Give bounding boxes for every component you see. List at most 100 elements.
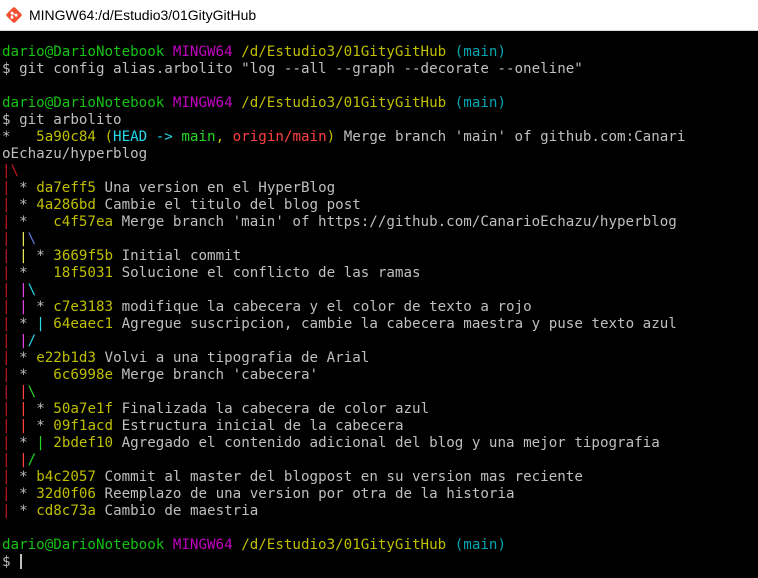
- terminal-line: | * | 64eaec1 Agregue suscripcion, cambi…: [2, 316, 685, 333]
- terminal-line: | * cd8c73a Cambio de maestria: [2, 503, 685, 520]
- terminal-text-segment: Estructura inicial de la cabecera: [113, 418, 404, 434]
- terminal-text-segment: |: [19, 401, 37, 417]
- terminal-text-segment: 50a7e1f: [53, 401, 114, 417]
- terminal-text-segment: |: [19, 231, 28, 247]
- terminal-text-segment: |: [19, 299, 37, 315]
- terminal-line: |\: [2, 163, 685, 180]
- terminal-text-segment: 4a286bd: [36, 197, 96, 213]
- terminal-text-segment: Commit al master del blogpost en su vers…: [95, 469, 583, 485]
- window-title: MINGW64:/d/Estudio3/01GityGitHub: [29, 7, 257, 23]
- terminal-text-segment: Finalizada la cabecera de color azul: [113, 401, 430, 417]
- terminal-text-segment: |: [36, 316, 54, 332]
- terminal-text-segment: *: [19, 435, 37, 451]
- title-bar[interactable]: MINGW64:/d/Estudio3/01GityGitHub: [0, 0, 758, 31]
- terminal-text-segment: |: [2, 452, 20, 468]
- terminal-text-segment: (main): [454, 44, 506, 60]
- terminal-text-segment: /d/Estudio3/01GityGitHub: [241, 95, 447, 111]
- terminal-text-segment: da7eff5: [36, 180, 96, 196]
- terminal-output[interactable]: dario@DarioNotebook MINGW64 /d/Estudio3/…: [0, 31, 758, 578]
- terminal-text-segment: ): [326, 129, 336, 145]
- terminal-text-segment: |: [19, 333, 28, 349]
- terminal-line: | |\: [2, 231, 685, 248]
- terminal-line: | * 18f5031 Solucione el conflicto de la…: [2, 265, 685, 282]
- terminal-text-segment: e22b1d3: [36, 350, 96, 366]
- terminal-text-segment: |: [19, 384, 28, 400]
- terminal-line: $ git config alias.arbolito "log --all -…: [2, 61, 685, 78]
- terminal-text-segment: MINGW64: [172, 537, 233, 553]
- terminal-text-segment: |: [2, 316, 20, 332]
- terminal-text-segment: |: [2, 435, 20, 451]
- terminal-text-segment: \: [27, 384, 37, 400]
- terminal-text-segment: |: [2, 231, 20, 247]
- terminal-text-segment: dario@DarioNotebook: [2, 44, 165, 60]
- terminal-text-segment: |: [2, 299, 20, 315]
- terminal-text-segment: dario@DarioNotebook: [2, 95, 165, 111]
- terminal-text-segment: |: [2, 180, 20, 196]
- terminal-text-segment: *: [19, 469, 37, 485]
- terminal-line: $ git arbolito: [2, 112, 685, 129]
- terminal-text-segment: $: [2, 554, 20, 570]
- terminal-text-segment: main: [181, 129, 216, 145]
- terminal-text-segment: *: [19, 486, 37, 502]
- terminal-line: | * c4f57ea Merge branch 'main' of https…: [2, 214, 685, 231]
- terminal-text-segment: |: [2, 503, 20, 519]
- terminal-text-segment: Solucione el conflicto de las ramas: [113, 265, 421, 281]
- terminal-line: | |/: [2, 452, 685, 469]
- terminal-line: | |/: [2, 333, 685, 350]
- terminal-text-segment: Cambio de maestria: [95, 503, 259, 519]
- terminal-lines: dario@DarioNotebook MINGW64 /d/Estudio3/…: [2, 44, 685, 571]
- terminal-text-segment: 5a90c84 (: [36, 129, 114, 145]
- terminal-text-segment: /d/Estudio3/01GityGitHub: [241, 44, 447, 60]
- terminal-text-segment: (main): [454, 537, 506, 553]
- terminal-text-segment: 2bdef10: [53, 435, 114, 451]
- terminal-text-segment: b4c2057: [36, 469, 96, 485]
- terminal-text-segment: $ git config alias.arbolito "log --all -…: [2, 61, 583, 77]
- terminal-line: | * | 2bdef10 Agregado el contenido adic…: [2, 435, 685, 452]
- terminal-text-segment: *: [19, 197, 37, 213]
- terminal-line: dario@DarioNotebook MINGW64 /d/Estudio3/…: [2, 44, 685, 61]
- terminal-line: | * 4a286bd Cambie el titulo del blog po…: [2, 197, 685, 214]
- terminal-text-segment: MINGW64: [172, 44, 233, 60]
- terminal-text-segment: |: [19, 248, 37, 264]
- terminal-text-segment: |: [2, 214, 20, 230]
- terminal-text-segment: *: [19, 350, 37, 366]
- terminal-text-segment: *: [2, 129, 37, 145]
- terminal-text-segment: |: [2, 418, 20, 434]
- terminal-text-segment: *: [36, 299, 54, 315]
- terminal-text-segment: *: [19, 265, 54, 281]
- terminal-text-segment: cd8c73a: [36, 503, 96, 519]
- terminal-line: | * 32d0f06 Reemplazo de una version por…: [2, 486, 685, 503]
- terminal-text-segment: HEAD ->: [113, 129, 182, 145]
- terminal-line: * 5a90c84 (HEAD -> main, origin/main) Me…: [2, 129, 685, 146]
- terminal-text-segment: |: [2, 197, 20, 213]
- terminal-text-segment: Merge branch 'cabecera': [113, 367, 319, 383]
- terminal-text-segment: $ git arbolito: [2, 112, 122, 128]
- text-cursor: [20, 554, 22, 569]
- terminal-text-segment: (main): [454, 95, 506, 111]
- terminal-line: | * b4c2057 Commit al master del blogpos…: [2, 469, 685, 486]
- terminal-text-segment: |: [2, 384, 20, 400]
- terminal-text-segment: Cambie el titulo del blog post: [95, 197, 361, 213]
- terminal-line: dario@DarioNotebook MINGW64 /d/Estudio3/…: [2, 537, 685, 554]
- terminal-line: | * 6c6998e Merge branch 'cabecera': [2, 367, 685, 384]
- terminal-text-segment: c4f57ea: [53, 214, 114, 230]
- terminal-text-segment: dario@DarioNotebook: [2, 537, 165, 553]
- terminal-line: | | * 3669f5b Initial commit: [2, 248, 685, 265]
- terminal-text-segment: /: [27, 452, 37, 468]
- git-bash-icon: [6, 7, 22, 23]
- terminal-text-segment: |: [2, 333, 20, 349]
- terminal-line: | | * c7e3183 modifique la cabecera y el…: [2, 299, 685, 316]
- terminal-text-segment: |: [2, 265, 20, 281]
- terminal-text-segment: Initial commit: [113, 248, 242, 264]
- terminal-text-segment: 64eaec1: [53, 316, 114, 332]
- terminal-line: | * e22b1d3 Volvi a una tipografia de Ar…: [2, 350, 685, 367]
- terminal-text-segment: |: [2, 282, 20, 298]
